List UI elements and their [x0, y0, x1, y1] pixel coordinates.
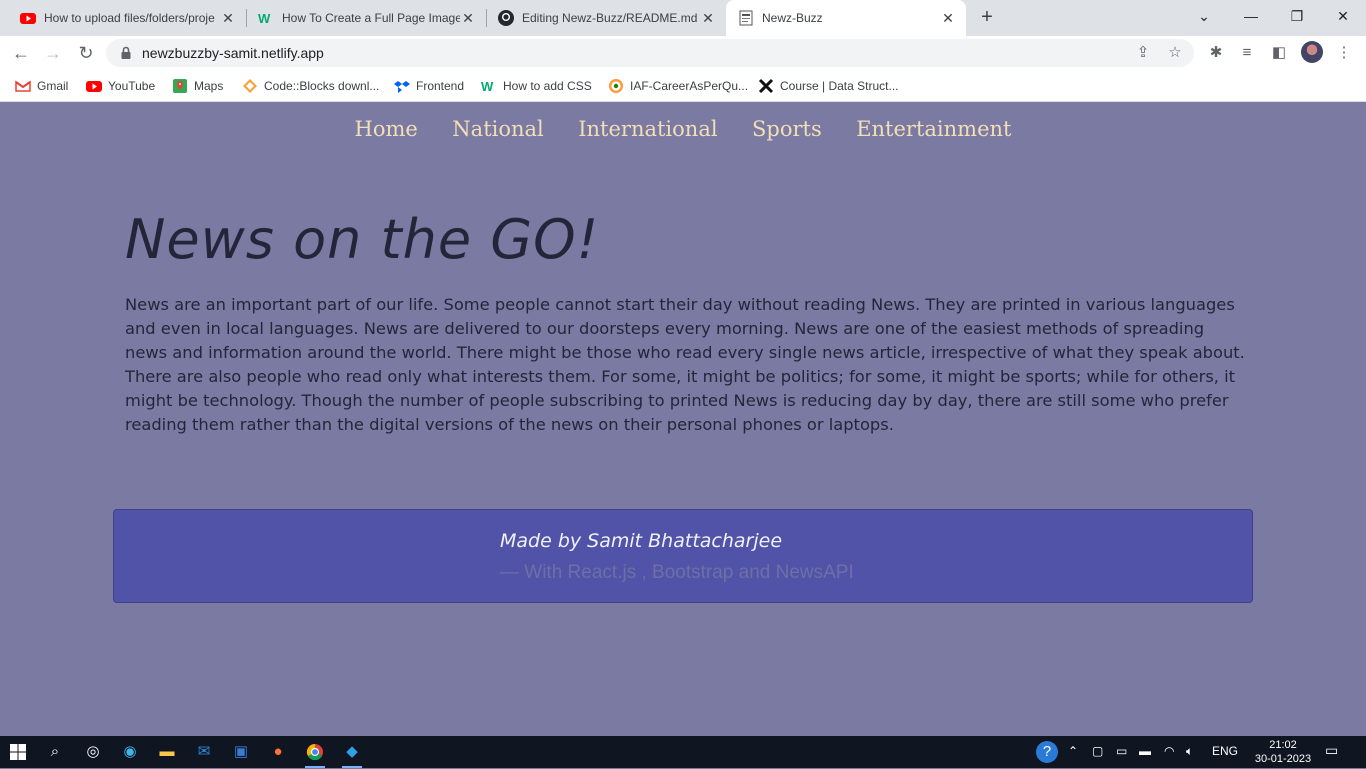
extensions-icon[interactable]: ✱: [1205, 42, 1227, 64]
url-text[interactable]: newzbuzzby-samit.netlify.app: [142, 45, 324, 61]
w3-icon: W: [481, 78, 497, 94]
taskbar: ⌕ ◎ ◉ ▬ ✉ ▣ ● ◆ ? ⌃ ▢ ▭ ▬ ◠ 🔈︎ ENG 21:02…: [0, 736, 1366, 768]
close-tab-icon[interactable]: ✕: [460, 10, 476, 27]
gmail-icon: [15, 78, 31, 94]
lock-icon[interactable]: [118, 45, 134, 61]
tab-search-chevron-icon[interactable]: ⌄: [1190, 4, 1218, 28]
page-content: Home National International Sports Enter…: [0, 103, 1366, 736]
meet-now-icon[interactable]: ▢: [1092, 744, 1103, 758]
store-icon[interactable]: ▣: [229, 740, 253, 764]
battery-icon[interactable]: ▬: [1139, 744, 1151, 758]
reload-icon[interactable]: ↻: [73, 40, 99, 66]
media-queue-icon[interactable]: ≡: [1236, 42, 1258, 64]
nav-link-sports[interactable]: Sports: [752, 117, 822, 141]
footer-tech-stack: — With React.js , Bootstrap and NewsAPI: [500, 562, 854, 583]
close-window-icon[interactable]: ✕: [1329, 4, 1357, 28]
hero-title: News on the GO!: [125, 208, 600, 271]
tab-youtube-upload[interactable]: How to upload files/folders/proje ✕: [0, 0, 246, 36]
browser-toolbar: ← → ↻ newzbuzzby-samit.netlify.app ⇪ ☆ ✱…: [0, 36, 1366, 70]
wifi-icon[interactable]: ◠: [1164, 744, 1174, 758]
new-tab-icon[interactable]: +: [976, 6, 998, 28]
close-tab-icon[interactable]: ✕: [940, 10, 956, 27]
clock-time: 21:02: [1269, 739, 1297, 751]
page-icon: [738, 10, 754, 26]
x-icon: [758, 78, 774, 94]
minimize-icon[interactable]: —: [1237, 4, 1265, 28]
codeblocks-icon: [242, 78, 258, 94]
address-bar[interactable]: newzbuzzby-samit.netlify.app ⇪ ☆: [106, 39, 1194, 67]
bookmark-frontend[interactable]: Frontend: [394, 76, 464, 96]
maps-icon: [172, 78, 188, 94]
chrome-icon[interactable]: [303, 740, 327, 768]
close-tab-icon[interactable]: ✕: [220, 10, 236, 27]
tab-strip: How to upload files/folders/proje ✕ W Ho…: [0, 0, 1366, 36]
svg-text:W: W: [258, 11, 271, 26]
share-icon[interactable]: ⇪: [1133, 43, 1153, 63]
display-icon[interactable]: ▭: [1116, 744, 1127, 758]
youtube-icon: [86, 78, 102, 94]
footer-credit: Made by Samit Bhattacharjee: [500, 530, 783, 552]
tab-newz-buzz[interactable]: Newz-Buzz ✕: [726, 0, 966, 36]
volume-icon[interactable]: 🔈︎: [1186, 744, 1193, 759]
firefox-icon[interactable]: ●: [266, 740, 290, 764]
task-view-icon[interactable]: ◎: [81, 740, 105, 764]
notifications-icon[interactable]: ▭: [1325, 742, 1338, 759]
w3-icon: W: [258, 10, 274, 26]
nav-link-national[interactable]: National: [452, 117, 543, 141]
show-hidden-icons-chevron[interactable]: ⌃: [1068, 744, 1078, 758]
bookmark-youtube[interactable]: YouTube: [86, 76, 155, 96]
language-indicator[interactable]: ENG: [1212, 744, 1238, 758]
footer-card: Made by Samit Bhattacharjee — With React…: [113, 509, 1253, 603]
github-icon: [498, 10, 514, 26]
bookmark-star-icon[interactable]: ☆: [1165, 43, 1185, 63]
bookmark-course-data-struct[interactable]: Course | Data Struct...: [758, 76, 899, 96]
file-explorer-icon[interactable]: ▬: [155, 740, 179, 764]
bookmark-iaf-career[interactable]: IAF-CareerAsPerQu...: [608, 76, 748, 96]
bookmarks-bar: Gmail YouTube Maps Code::Blocks downl...…: [0, 70, 1366, 102]
windows-start-icon[interactable]: [6, 740, 30, 764]
site-nav: Home National International Sports Enter…: [0, 117, 1366, 141]
tab-w3-fullpage[interactable]: W How To Create a Full Page Image ✕: [238, 0, 486, 36]
search-icon[interactable]: ⌕: [43, 740, 67, 764]
svg-text:W: W: [481, 79, 494, 94]
back-arrow-icon[interactable]: ←: [8, 40, 34, 66]
mail-icon[interactable]: ✉: [192, 740, 216, 764]
side-panel-icon[interactable]: ◧: [1268, 42, 1290, 64]
bookmark-gmail[interactable]: Gmail: [15, 76, 68, 96]
menu-kebab-icon[interactable]: ⋮: [1333, 42, 1355, 64]
bookmark-codeblocks[interactable]: Code::Blocks downl...: [242, 76, 379, 96]
vscode-icon[interactable]: ◆: [340, 740, 364, 768]
clock-date: 30-01-2023: [1254, 753, 1312, 765]
nav-link-home[interactable]: Home: [355, 117, 418, 141]
help-icon[interactable]: ?: [1036, 741, 1058, 763]
profile-avatar[interactable]: [1301, 41, 1323, 63]
nav-link-international[interactable]: International: [578, 117, 717, 141]
youtube-icon: [20, 10, 36, 26]
iaf-icon: [608, 78, 624, 94]
dropbox-icon: [394, 78, 410, 94]
edge-icon[interactable]: ◉: [118, 740, 142, 764]
clock[interactable]: 21:02 30-01-2023: [1248, 738, 1318, 766]
restore-icon[interactable]: ❐: [1283, 4, 1311, 28]
bookmark-how-to-add-css[interactable]: W How to add CSS: [481, 76, 592, 96]
nav-link-entertainment[interactable]: Entertainment: [856, 117, 1011, 141]
close-tab-icon[interactable]: ✕: [700, 10, 716, 27]
intro-paragraph: News are an important part of our life. …: [125, 295, 1245, 434]
forward-arrow-icon[interactable]: →: [40, 40, 66, 66]
tab-github-readme[interactable]: Editing Newz-Buzz/README.md ✕: [478, 0, 726, 36]
bookmark-maps[interactable]: Maps: [172, 76, 223, 96]
